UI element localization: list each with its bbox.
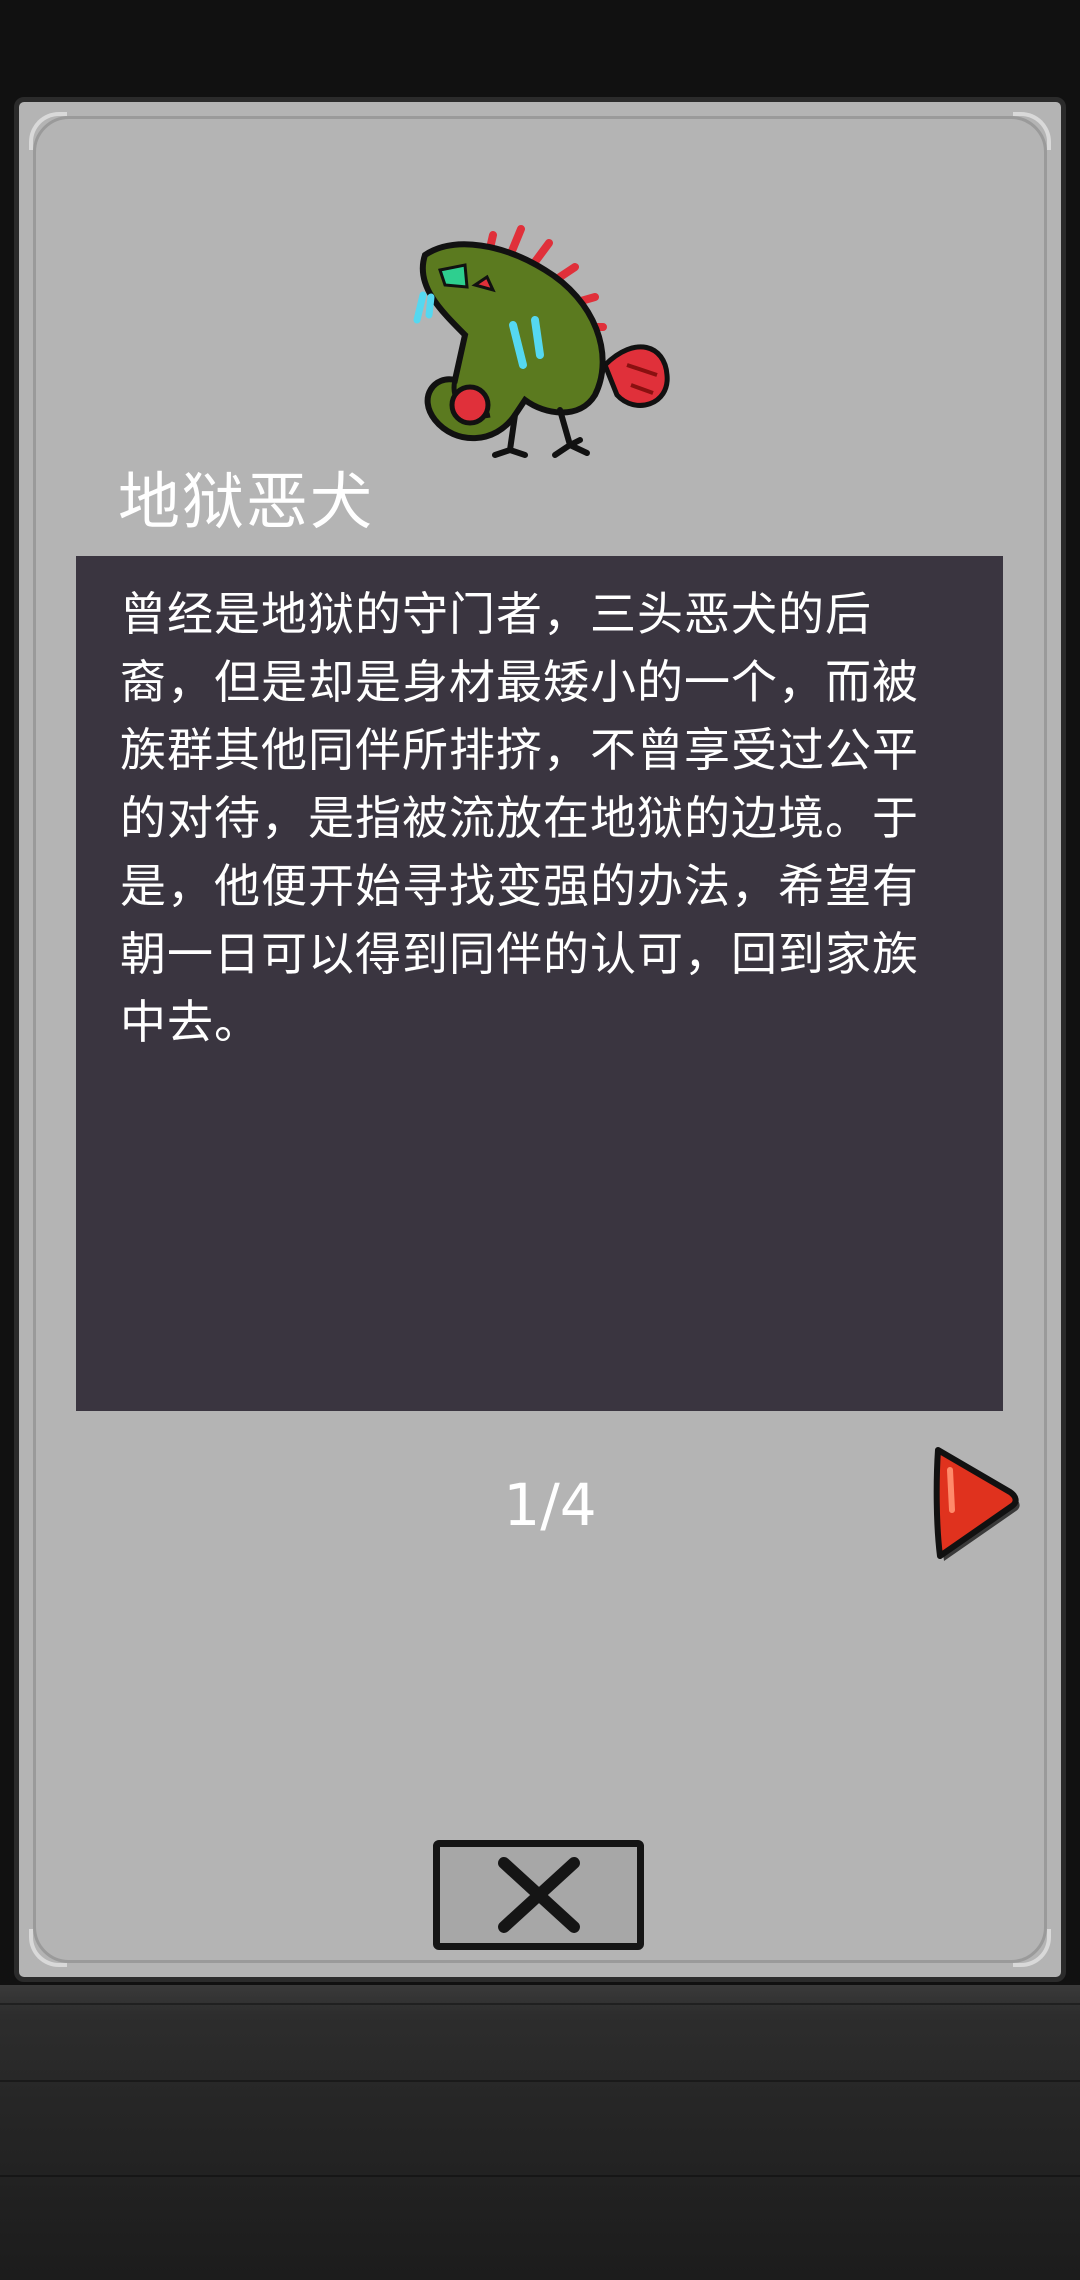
- description-box: 曾经是地狱的守门者，三头恶犬的后裔，但是却是身材最矮小的一个，而被族群其他同伴所…: [76, 556, 1003, 1411]
- game-screen: 地狱恶犬 曾经是地狱的守门者，三头恶犬的后裔，但是却是身材最矮小的一个，而被族群…: [0, 0, 1080, 2280]
- page-counter: 1/4: [503, 1471, 597, 1539]
- monster-description: 曾经是地狱的守门者，三头恶犬的后裔，但是却是身材最矮小的一个，而被族群其他同伴所…: [120, 587, 919, 1049]
- floor-background: [0, 1985, 1080, 2280]
- close-x-icon: [497, 1857, 580, 1933]
- close-button[interactable]: [433, 1840, 644, 1950]
- hellhound-portrait-icon: [395, 215, 685, 465]
- monster-name: 地狱恶犬: [118, 465, 375, 538]
- right-arrow-icon: [933, 1447, 1020, 1561]
- next-page-button[interactable]: [928, 1440, 1022, 1564]
